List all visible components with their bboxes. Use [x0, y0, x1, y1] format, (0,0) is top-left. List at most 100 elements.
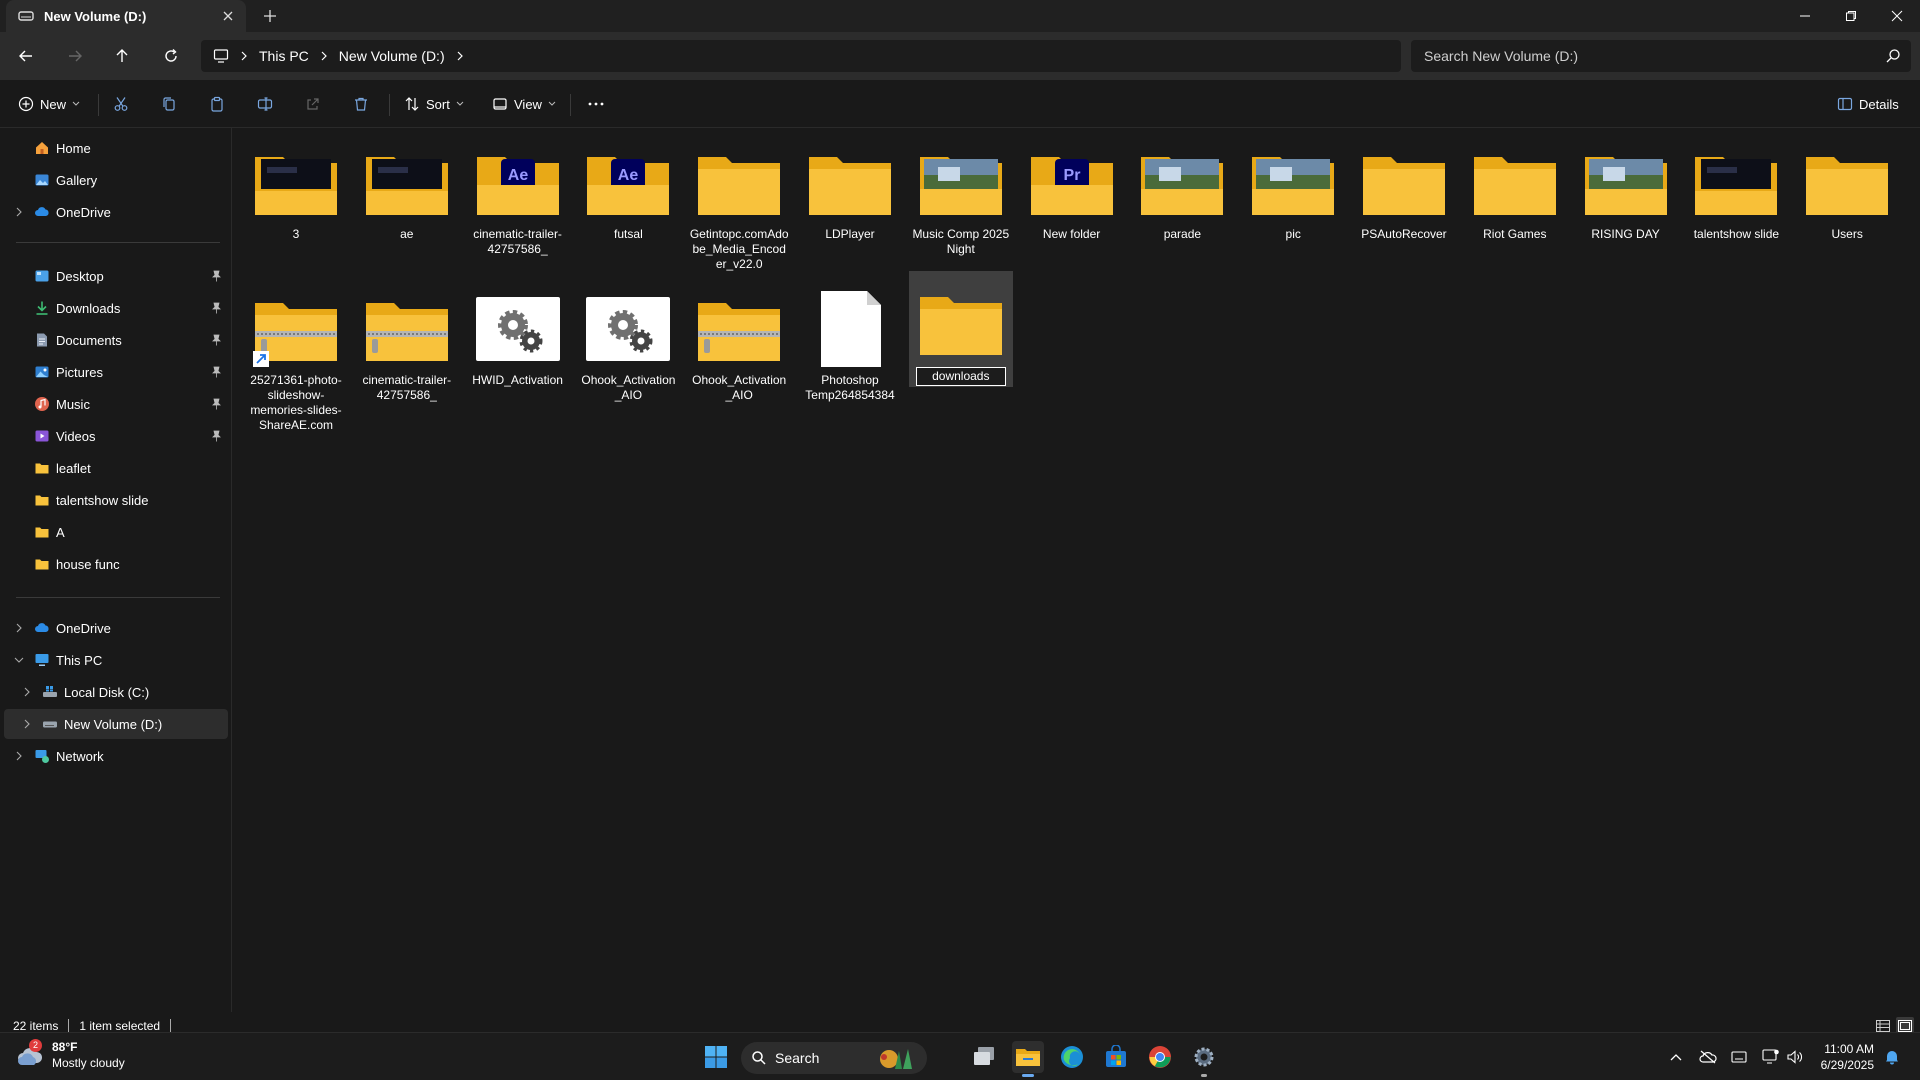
delete-button[interactable] — [353, 92, 369, 116]
sidebar-item-documents[interactable]: Documents — [4, 325, 228, 355]
breadcrumb[interactable]: This PC New Volume (D:) — [201, 40, 1401, 72]
chrome-taskbar-button[interactable] — [1144, 1041, 1176, 1073]
sidebar-item-music[interactable]: Music — [4, 389, 228, 419]
task-view-button[interactable] — [968, 1041, 1000, 1073]
copy-button[interactable] — [161, 92, 177, 116]
taskbar-search[interactable]: Search — [741, 1042, 927, 1074]
refresh-button[interactable] — [159, 44, 183, 68]
file-explorer-taskbar-button[interactable] — [1012, 1041, 1044, 1077]
cut-button[interactable] — [113, 92, 129, 116]
notifications-button[interactable] — [1882, 1047, 1902, 1067]
details-button[interactable]: Details — [1837, 92, 1899, 116]
up-button[interactable] — [110, 44, 134, 68]
folder-icon — [1804, 145, 1890, 221]
chevron-right-icon[interactable] — [14, 207, 24, 217]
sidebar-item-home[interactable]: Home — [4, 133, 228, 163]
sidebar-item-onedrive-tree[interactable]: OneDrive — [4, 613, 228, 643]
breadcrumb-this-pc[interactable]: This PC — [259, 48, 309, 64]
clock-date: 6/29/2025 — [1820, 1058, 1874, 1072]
chevron-down-icon[interactable] — [14, 655, 24, 665]
search-icon[interactable] — [1885, 48, 1901, 64]
close-tab-icon[interactable] — [220, 8, 236, 24]
sidebar-item-gallery[interactable]: Gallery — [4, 165, 228, 195]
edge-taskbar-button[interactable] — [1056, 1041, 1088, 1073]
folder-item-getintopc-comadobe-media-encoder-v22-0[interactable]: Getintopc.comAdobe_Media_Encoder_v22.0 — [687, 137, 791, 277]
sidebar-item-house-func[interactable]: house func — [4, 549, 228, 579]
sidebar-item-desktop[interactable]: Desktop — [4, 261, 228, 291]
folder-item-futsal[interactable]: Ae futsal — [576, 137, 680, 277]
rename-input[interactable]: downloads — [915, 367, 1006, 386]
chevron-right-icon[interactable] — [455, 51, 465, 61]
sidebar-item-onedrive[interactable]: OneDrive — [4, 197, 228, 227]
sidebar-item-label: Pictures — [56, 364, 103, 380]
clock[interactable]: 11:00 AM 6/29/2025 — [1808, 1041, 1874, 1073]
sidebar-item-network[interactable]: Network — [4, 741, 228, 771]
folder-item-cinematic-trailer-42757586[interactable]: Ae cinematic-trailer-42757586_ — [466, 137, 570, 277]
chevron-right-icon[interactable] — [22, 687, 32, 697]
file-item-25271361-photo-slideshow-memories-slides-shareae-com[interactable]: 25271361-photo-slideshow-memories-slides… — [244, 283, 348, 432]
folder-icon: Ae — [475, 145, 561, 221]
forward-button[interactable] — [63, 44, 87, 68]
back-button[interactable] — [14, 44, 38, 68]
search-input[interactable]: Search New Volume (D:) — [1411, 40, 1911, 72]
restore-button[interactable] — [1828, 0, 1874, 32]
weather-widget[interactable]: 2 88°F Mostly cloudy — [16, 1039, 125, 1071]
sidebar-item-pictures[interactable]: Pictures — [4, 357, 228, 387]
minimize-button[interactable] — [1782, 0, 1828, 32]
folder-item-ldplayer[interactable]: LDPlayer — [798, 137, 902, 277]
sidebar-item-talentshow-slide[interactable]: talentshow slide — [4, 485, 228, 515]
sort-button[interactable]: Sort — [404, 92, 464, 116]
volume-tray-button[interactable] — [1785, 1047, 1805, 1067]
sidebar-item-a[interactable]: A — [4, 517, 228, 547]
chevron-right-icon[interactable] — [14, 751, 24, 761]
store-taskbar-button[interactable] — [1100, 1041, 1132, 1073]
share-button[interactable] — [305, 92, 321, 116]
folder-item-downloads[interactable]: downloads — [908, 271, 1013, 387]
chevron-right-icon[interactable] — [14, 623, 24, 633]
show-hidden-icons-button[interactable] — [1666, 1047, 1686, 1067]
file-item-hwid-activation[interactable]: HWID_Activation — [466, 283, 570, 423]
file-item-cinematic-trailer-42757586[interactable]: cinematic-trailer-42757586_ — [355, 283, 459, 423]
more-options-button[interactable] — [587, 92, 605, 116]
music-icon — [35, 397, 49, 411]
folder-item-music-comp-2025-night[interactable]: Music Comp 2025 Night — [909, 137, 1013, 277]
rename-button[interactable] — [257, 92, 273, 116]
file-item-photoshop-temp264854384[interactable]: Photoshop Temp264854384 — [798, 283, 902, 423]
restore-icon — [1846, 11, 1856, 21]
start-button[interactable] — [700, 1041, 732, 1073]
folder-item-parade[interactable]: parade — [1130, 137, 1234, 277]
onedrive-tray-button[interactable] — [1698, 1047, 1718, 1067]
folder-item-ae[interactable]: ae — [355, 137, 459, 277]
tab-new-volume[interactable]: New Volume (D:) — [6, 0, 246, 32]
sidebar-item-local-disk-c[interactable]: Local Disk (C:) — [4, 677, 228, 707]
folder-item-talentshow-slide[interactable]: talentshow slide — [1684, 137, 1788, 277]
breadcrumb-new-volume[interactable]: New Volume (D:) — [339, 48, 445, 64]
gallery-icon — [35, 174, 49, 186]
chevron-right-icon[interactable] — [22, 719, 32, 729]
sidebar-item-this-pc[interactable]: This PC — [4, 645, 228, 675]
sidebar-item-leaflet[interactable]: leaflet — [4, 453, 228, 483]
network-tray-button[interactable] — [1761, 1047, 1781, 1067]
sidebar-item-new-volume-d[interactable]: New Volume (D:) — [4, 709, 228, 739]
settings-taskbar-button[interactable] — [1188, 1041, 1220, 1077]
folder-item-new-folder[interactable]: Pr New folder — [1020, 137, 1124, 277]
folder-item-users[interactable]: Users — [1795, 137, 1899, 277]
file-item-ohook-activation-aio[interactable]: Ohook_Activation_AIO — [576, 283, 680, 423]
sidebar-item-label: A — [56, 524, 65, 540]
keyboard-tray-button[interactable] — [1729, 1047, 1749, 1067]
folder-item-psautorecover[interactable]: PSAutoRecover — [1352, 137, 1456, 277]
paste-button[interactable] — [209, 92, 225, 116]
file-view[interactable]: 3 ae Ae cinematic-trailer-42757586_ Ae futsal… — [233, 129, 1920, 1012]
folder-item-riot-games[interactable]: Riot Games — [1463, 137, 1567, 277]
file-item-ohook-activation-aio[interactable]: Ohook_Activation_AIO — [687, 283, 791, 423]
close-window-button[interactable] — [1874, 0, 1920, 32]
sidebar-item-videos[interactable]: Videos — [4, 421, 228, 451]
folder-item-3[interactable]: 3 — [244, 137, 348, 277]
folder-item-pic[interactable]: pic — [1241, 137, 1345, 277]
new-button[interactable]: New — [18, 92, 80, 116]
new-tab-icon[interactable] — [262, 8, 278, 24]
view-button[interactable]: View — [492, 92, 556, 116]
folder-item-rising-day[interactable]: RISING DAY — [1574, 137, 1678, 277]
sidebar-item-downloads[interactable]: Downloads — [4, 293, 228, 323]
weather-badge: 2 — [29, 1039, 42, 1052]
